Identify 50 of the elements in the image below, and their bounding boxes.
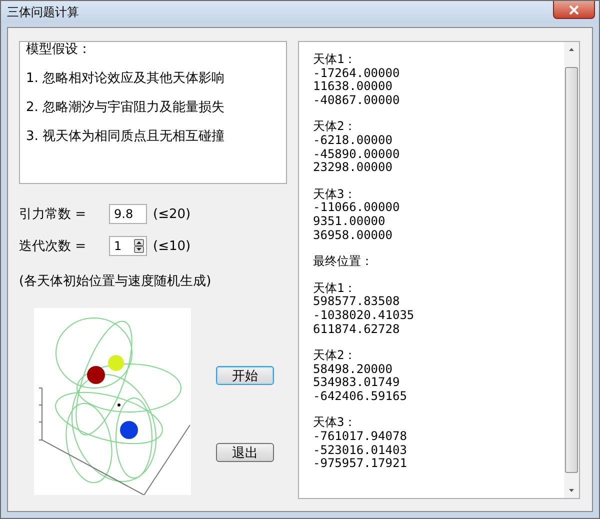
coordinate-value: 598577.83508 xyxy=(313,295,401,309)
coordinate-value: 36958.00000 xyxy=(313,228,394,242)
coordinate-value: -642406.59165 xyxy=(313,390,408,404)
coordinate-value: 58498.20000 xyxy=(313,362,394,376)
window-title: 三体问题计算 xyxy=(7,4,79,20)
sphere xyxy=(108,355,124,371)
coordinate-value: -1038020.41035 xyxy=(313,308,416,322)
sphere xyxy=(87,366,105,384)
action-button[interactable]: 开始 xyxy=(216,366,274,385)
final-position-heading: 最终位置： xyxy=(313,255,374,269)
output-text-area[interactable] xyxy=(298,41,580,499)
assumption-item: 2. 忽略潮汐与宇宙阻力及能量损失 xyxy=(26,101,226,117)
assumptions-text-area[interactable]: 模型假设： 1. 忽略相对论效应及其他天体影响 2. 忽略潮汐与宇宙阻力及能量损失 3. 视天体为相同质点且无相互碰撞 xyxy=(19,41,287,184)
coordinate-value: -523016.01403 xyxy=(313,444,408,458)
action-button[interactable]: 退出 xyxy=(216,443,274,462)
body-heading: 天体1： xyxy=(313,282,358,296)
coordinate-value: 611874.62728 xyxy=(313,322,401,336)
close-button[interactable] xyxy=(553,1,595,19)
coordinate-value: 11638.00000 xyxy=(313,80,394,94)
coordinate-value: -45890.00000 xyxy=(313,148,401,162)
param-label: 引力常数 = xyxy=(19,206,88,223)
coordinate-value: 23298.00000 xyxy=(313,161,394,175)
vertical-scrollbar[interactable] xyxy=(564,42,579,498)
coordinate-value: -17264.00000 xyxy=(313,66,401,80)
body-heading: 天体2： xyxy=(313,120,358,134)
body-heading: 天体3： xyxy=(313,188,358,202)
param-input-field[interactable]: 9.8 xyxy=(109,204,147,224)
center-dot xyxy=(118,404,120,406)
assumptions-heading: 模型假设： xyxy=(26,43,92,59)
body-heading: 天体3： xyxy=(313,416,358,430)
coordinate-value: 9351.00000 xyxy=(313,214,386,229)
note-text: (各天体初始位置与速度随机生成) xyxy=(19,273,212,290)
coordinate-value: -11066.00000 xyxy=(313,201,401,215)
coordinate-value: -761017.94078 xyxy=(313,430,408,444)
close-icon xyxy=(569,4,579,14)
body-heading: 天体2： xyxy=(313,349,358,363)
coordinate-value: -975957.17921 xyxy=(313,457,408,471)
assumption-item: 1. 忽略相对论效应及其他天体影响 xyxy=(26,72,226,88)
spinner-arrows-icon[interactable] xyxy=(134,239,144,253)
coordinate-value: 534983.01749 xyxy=(313,376,401,390)
param-input-field[interactable]: 1 xyxy=(109,236,147,256)
body-heading: 天体1： xyxy=(313,53,358,67)
param-limit-text: (≤20) xyxy=(153,206,191,222)
assumption-item: 3. 视天体为相同质点且无相互碰撞 xyxy=(26,130,226,146)
param-label: 迭代次数 = xyxy=(19,238,88,255)
coordinate-value: -6218.00000 xyxy=(313,134,394,148)
coordinate-value: -40867.00000 xyxy=(313,94,401,108)
scrollbar-thumb[interactable] xyxy=(565,67,578,473)
sphere xyxy=(120,421,138,439)
param-limit-text: (≤10) xyxy=(153,238,191,254)
